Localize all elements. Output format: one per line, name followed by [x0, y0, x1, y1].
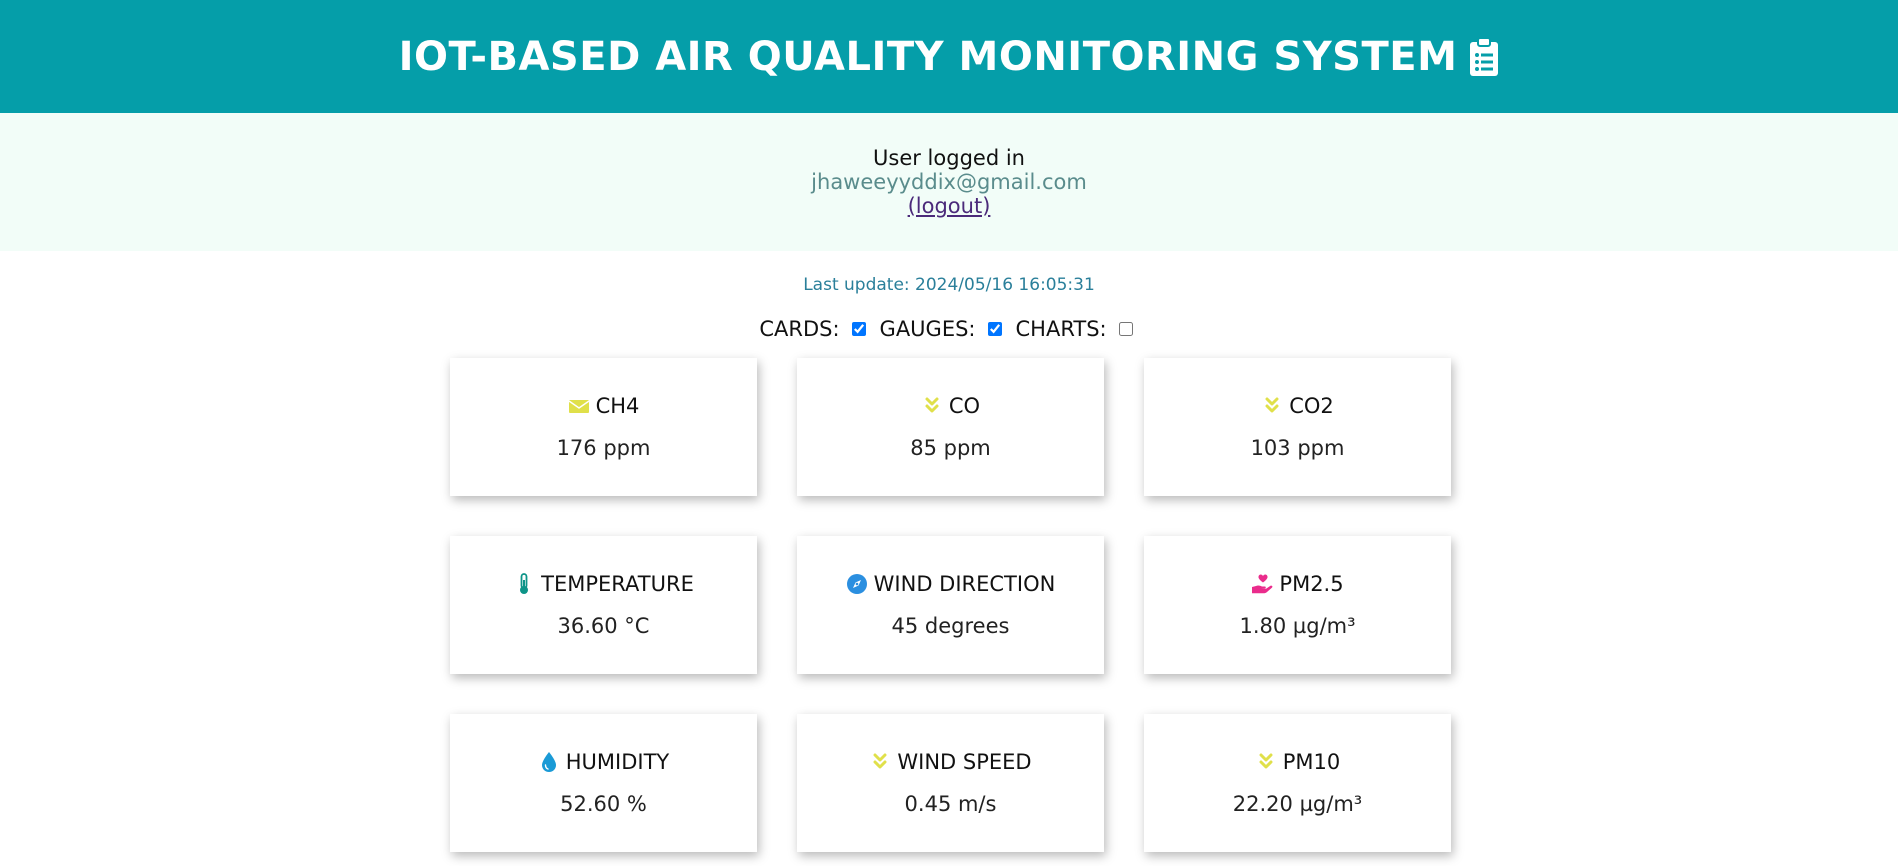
page-title-text: IOT-BASED AIR QUALITY MONITORING SYSTEM	[398, 33, 1458, 80]
card-value: 0.45 m/s	[904, 792, 997, 816]
card-title: TEMPERATURE	[541, 572, 694, 596]
toggle-gauges[interactable]: GAUGES:	[880, 317, 1002, 341]
view-toggles: CARDS: GAUGES: CHARTS:	[0, 317, 1898, 341]
compass-icon	[846, 574, 867, 594]
card-title: CO	[948, 394, 981, 418]
card-value: 36.60 °C	[557, 614, 650, 638]
auth-panel: User logged in jhaweeyyddix@gmail.com (l…	[0, 113, 1898, 251]
card-value: 52.60 %	[560, 792, 647, 816]
double-chevron-down-icon	[1259, 753, 1273, 769]
double-chevron-down-icon	[873, 753, 887, 769]
gauges-checkbox[interactable]	[987, 322, 1002, 336]
cards-checkbox[interactable]	[851, 322, 866, 336]
card-wind-direction: WIND DIRECTION 45 degrees	[797, 536, 1104, 674]
charts-checkbox[interactable]	[1118, 322, 1133, 336]
card-value: 85 ppm	[910, 436, 991, 460]
user-email: jhaweeyyddix@gmail.com	[811, 170, 1087, 194]
card-title: CH4	[595, 394, 640, 418]
toggle-gauges-label: GAUGES:	[879, 317, 976, 341]
envelope-icon	[568, 400, 590, 413]
hand-heart-icon	[1252, 574, 1273, 594]
card-pm25: PM2.5 1.80 µg/m³	[1144, 536, 1451, 674]
clipboard-list-icon	[1470, 36, 1499, 76]
last-update: Last update: 2024/05/16 16:05:31	[803, 275, 1095, 295]
card-ch4: CH4 176 ppm	[450, 358, 757, 496]
double-chevron-down-icon	[1265, 397, 1279, 413]
droplet-icon	[541, 752, 556, 772]
card-title: PM10	[1282, 750, 1341, 774]
card-co: CO 85 ppm	[797, 358, 1104, 496]
cards-grid: CH4 176 ppm CO 85 ppm CO2 103 ppm TEMPER…	[450, 358, 1451, 852]
thermometer-icon	[520, 573, 529, 594]
card-temperature: TEMPERATURE 36.60 °C	[450, 536, 757, 674]
card-value: 22.20 µg/m³	[1232, 792, 1363, 816]
card-value: 45 degrees	[891, 614, 1010, 638]
top-navbar: IOT-BASED AIR QUALITY MONITORING SYSTEM	[0, 0, 1898, 113]
card-value: 103 ppm	[1250, 436, 1345, 460]
card-wind-speed: WIND SPEED 0.45 m/s	[797, 714, 1104, 852]
card-value: 1.80 µg/m³	[1239, 614, 1356, 638]
login-status: User logged in	[873, 146, 1025, 170]
card-title: CO2	[1289, 394, 1334, 418]
card-title: PM2.5	[1279, 572, 1344, 596]
card-value: 176 ppm	[556, 436, 651, 460]
toggle-cards-label: CARDS:	[759, 317, 840, 341]
card-humidity: HUMIDITY 52.60 %	[450, 714, 757, 852]
card-pm10: PM10 22.20 µg/m³	[1144, 714, 1451, 852]
toggle-cards[interactable]: CARDS:	[759, 317, 866, 341]
toggle-charts-label: CHARTS:	[1015, 317, 1107, 341]
toggle-charts[interactable]: CHARTS:	[1016, 317, 1133, 341]
page-title: IOT-BASED AIR QUALITY MONITORING SYSTEM	[399, 34, 1500, 80]
card-title: WIND SPEED	[897, 750, 1032, 774]
card-title: HUMIDITY	[565, 750, 670, 774]
card-co2: CO2 103 ppm	[1144, 358, 1451, 496]
double-chevron-down-icon	[925, 397, 939, 413]
card-title: WIND DIRECTION	[873, 572, 1056, 596]
logout-link[interactable]: (logout)	[908, 194, 991, 218]
